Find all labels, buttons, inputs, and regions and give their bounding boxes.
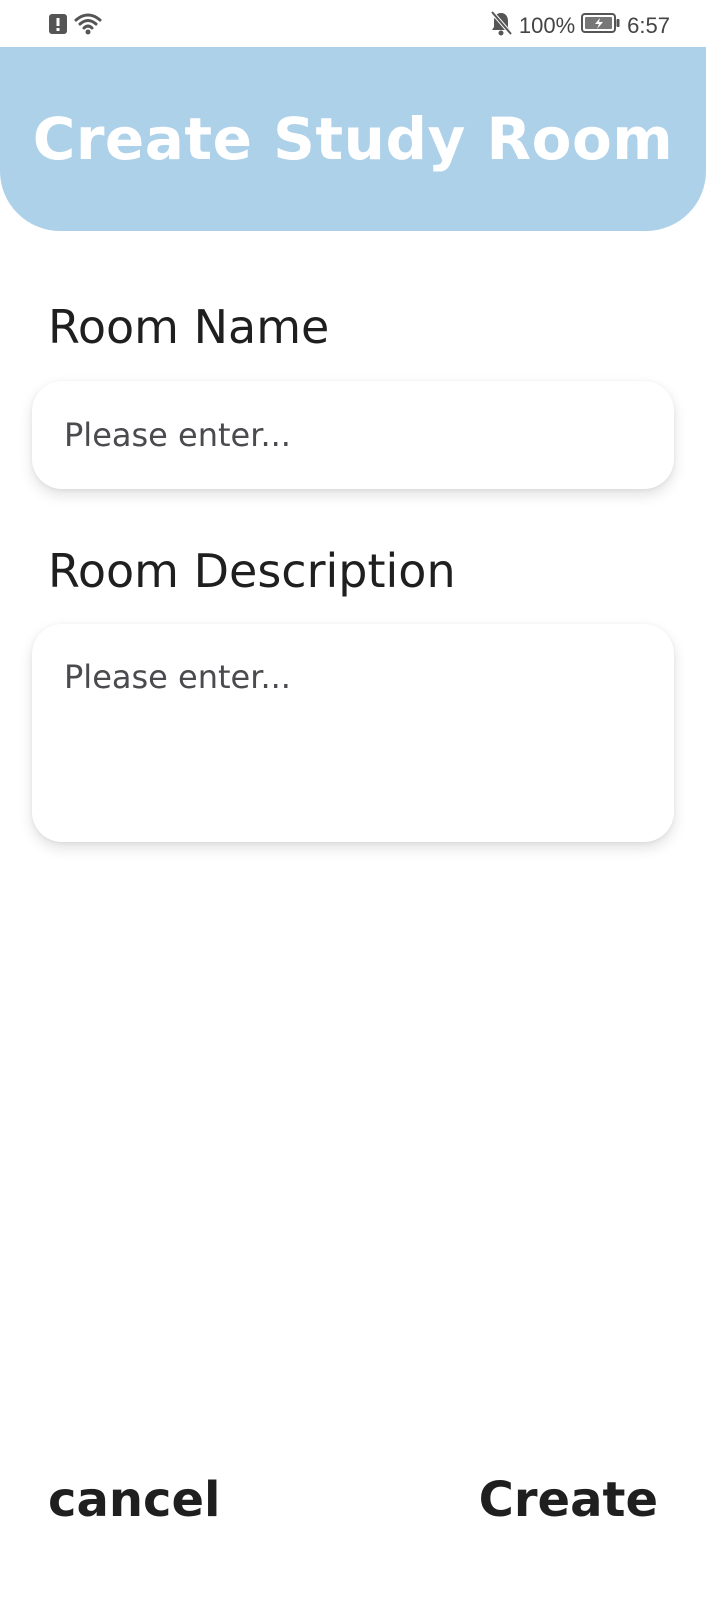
page-title: Create Study Room xyxy=(32,105,674,173)
status-left xyxy=(48,12,102,41)
battery-icon xyxy=(581,12,621,40)
status-right: 100% 6:57 xyxy=(489,10,670,42)
clock: 6:57 xyxy=(627,13,670,38)
wifi-icon xyxy=(74,12,102,41)
room-description-input[interactable] xyxy=(32,624,674,842)
cancel-button[interactable]: cancel xyxy=(48,1472,220,1528)
battery-percentage: 100% xyxy=(518,13,576,38)
header-banner: Create Study Room xyxy=(0,47,706,231)
alert-icon xyxy=(48,13,68,40)
room-name-label: Room Name xyxy=(48,300,330,354)
create-button[interactable]: Create xyxy=(479,1472,658,1528)
status-bar: 100% 6:57 xyxy=(0,0,720,48)
room-name-input[interactable] xyxy=(32,381,674,489)
bell-muted-icon xyxy=(489,10,513,42)
room-description-label: Room Description xyxy=(48,544,456,598)
